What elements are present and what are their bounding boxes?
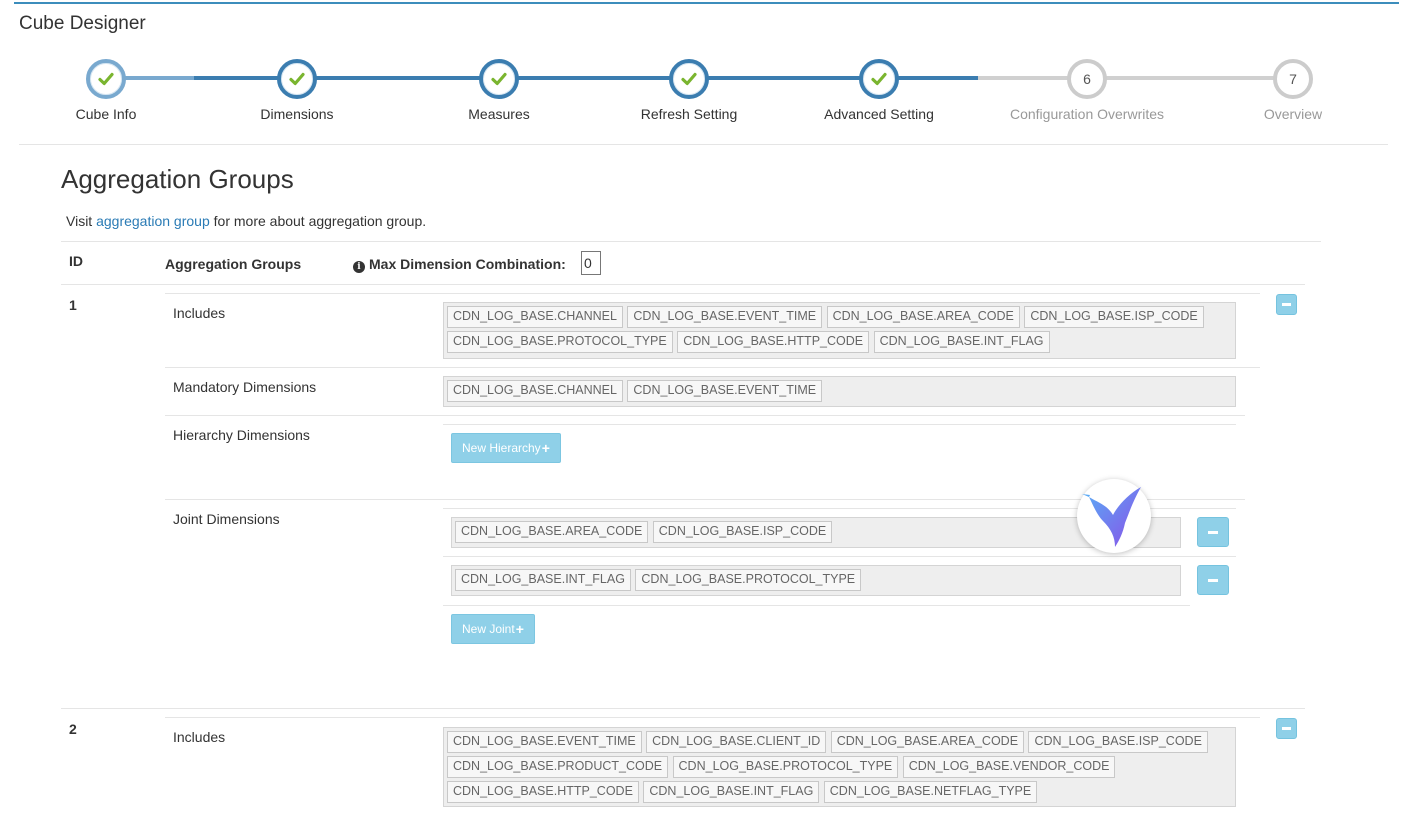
mandatory-select[interactable]: CDN_LOG_BASE.CHANNEL CDN_LOG_BASE.EVENT_… (443, 376, 1236, 407)
step-label[interactable]: Refresh Setting (589, 106, 789, 122)
includes-select[interactable]: CDN_LOG_BASE.EVENT_TIME CDN_LOG_BASE.CLI… (443, 727, 1236, 807)
hummingbird-logo (1077, 479, 1151, 553)
divider (443, 556, 1236, 557)
joint-label: Joint Dimensions (173, 511, 280, 527)
help-text: Visit aggregation group for more about a… (66, 213, 426, 229)
check-icon (491, 72, 507, 86)
dimension-tag[interactable]: CDN_LOG_BASE.EVENT_TIME (627, 306, 823, 328)
step-number: 6 (1083, 71, 1091, 87)
dimension-tag[interactable]: CDN_LOG_BASE.NETFLAG_TYPE (823, 781, 1038, 803)
max-combo-input[interactable]: 0 (581, 251, 601, 275)
divider (165, 415, 1245, 416)
divider (165, 367, 1260, 368)
step-track-todo (978, 76, 1293, 80)
dimension-tag[interactable]: CDN_LOG_BASE.ISP_CODE (652, 521, 833, 543)
divider (61, 284, 1305, 285)
dimension-tag[interactable]: CDN_LOG_BASE.PROTOCOL_TYPE (635, 569, 862, 591)
dimension-tag[interactable]: CDN_LOG_BASE.EVENT_TIME (627, 380, 823, 402)
hierarchy-label: Hierarchy Dimensions (173, 427, 310, 443)
step-refresh-setting[interactable] (669, 59, 709, 99)
step-label[interactable]: Cube Info (6, 106, 206, 122)
divider (165, 717, 1260, 718)
divider (165, 293, 1260, 294)
joint-select[interactable]: CDN_LOG_BASE.INT_FLAG CDN_LOG_BASE.PROTO… (451, 565, 1181, 596)
step-advanced-setting[interactable] (859, 59, 899, 99)
top-border (14, 2, 1399, 4)
dimension-tag[interactable]: CDN_LOG_BASE.PROTOCOL_TYPE (447, 331, 673, 353)
includes-label: Includes (173, 305, 226, 321)
dimension-tag[interactable]: CDN_LOG_BASE.ISP_CODE (1028, 731, 1208, 753)
dimension-tag[interactable]: CDN_LOG_BASE.CHANNEL (447, 306, 623, 328)
dimension-tag[interactable]: CDN_LOG_BASE.CLIENT_ID (646, 731, 827, 753)
section-heading: Aggregation Groups (61, 164, 294, 194)
step-measures[interactable] (479, 59, 519, 99)
dimension-tag[interactable]: CDN_LOG_BASE.AREA_CODE (455, 521, 649, 543)
includes-select[interactable]: CDN_LOG_BASE.CHANNEL CDN_LOG_BASE.EVENT_… (443, 302, 1236, 359)
button-label: New Hierarchy (462, 441, 541, 455)
dimension-tag[interactable]: CDN_LOG_BASE.AREA_CODE (830, 731, 1025, 753)
step-label[interactable]: Advanced Setting (779, 106, 979, 122)
plus-icon: + (515, 621, 524, 637)
dimension-tag[interactable]: CDN_LOG_BASE.VENDOR_CODE (902, 756, 1116, 778)
page-title: Cube Designer (19, 13, 146, 34)
help-suffix: for more about aggregation group. (213, 213, 427, 229)
dimension-tag[interactable]: CDN_LOG_BASE.INT_FLAG (643, 781, 820, 803)
column-header-groups: Aggregation Groups (165, 256, 302, 272)
column-header-id: ID (69, 253, 83, 269)
dimension-tag[interactable]: CDN_LOG_BASE.ISP_CODE (1024, 306, 1204, 328)
step-label[interactable]: Configuration Overwrites (987, 106, 1187, 122)
check-icon (98, 72, 114, 86)
remove-group-button[interactable] (1276, 718, 1297, 739)
step-overview[interactable]: 7 (1273, 59, 1313, 99)
includes-label: Includes (173, 729, 226, 745)
new-joint-button[interactable]: New Joint + (451, 614, 535, 644)
info-icon[interactable]: i (353, 261, 365, 273)
button-label: New Joint (462, 622, 515, 636)
dimension-tag[interactable]: CDN_LOG_BASE.EVENT_TIME (447, 731, 642, 753)
dimension-tag[interactable]: CDN_LOG_BASE.HTTP_CODE (447, 781, 639, 803)
plus-icon: + (541, 440, 550, 456)
aggregation-group-link[interactable]: aggregation group (96, 213, 210, 229)
step-number: 7 (1289, 71, 1297, 87)
group-id: 1 (69, 297, 77, 313)
group-id: 2 (69, 721, 77, 737)
check-icon (289, 72, 305, 86)
dimension-tag[interactable]: CDN_LOG_BASE.HTTP_CODE (677, 331, 870, 353)
help-prefix: Visit (66, 213, 93, 229)
dimension-tag[interactable]: CDN_LOG_BASE.CHANNEL (447, 380, 623, 402)
remove-joint-button[interactable] (1197, 517, 1229, 547)
check-icon (871, 72, 887, 86)
joint-select[interactable]: CDN_LOG_BASE.AREA_CODE CDN_LOG_BASE.ISP_… (451, 517, 1181, 548)
dimension-tag[interactable]: CDN_LOG_BASE.INT_FLAG (873, 331, 1050, 353)
remove-joint-button[interactable] (1197, 565, 1229, 595)
step-dimensions[interactable] (277, 59, 317, 99)
dimension-tag[interactable]: CDN_LOG_BASE.INT_FLAG (455, 569, 631, 591)
max-combo-text: Max Dimension Combination: (369, 256, 566, 272)
step-label[interactable]: Measures (399, 106, 599, 122)
divider (61, 708, 1305, 709)
dimension-tag[interactable]: CDN_LOG_BASE.PRODUCT_CODE (447, 756, 669, 778)
check-icon (681, 72, 697, 86)
mandatory-label: Mandatory Dimensions (173, 379, 317, 395)
step-label[interactable]: Dimensions (197, 106, 397, 122)
dimension-tag[interactable]: CDN_LOG_BASE.PROTOCOL_TYPE (672, 756, 899, 778)
step-configuration-overwrites[interactable]: 6 (1067, 59, 1107, 99)
remove-group-button[interactable] (1276, 294, 1297, 315)
divider (19, 144, 1388, 145)
dimension-tag[interactable]: CDN_LOG_BASE.AREA_CODE (826, 306, 1020, 328)
new-hierarchy-button[interactable]: New Hierarchy + (451, 433, 561, 463)
table-top-border (61, 241, 1321, 242)
divider (443, 424, 1236, 425)
max-combo-label: i Max Dimension Combination: (353, 256, 566, 273)
step-label[interactable]: Overview (1193, 106, 1393, 122)
hummingbird-icon (1082, 487, 1141, 547)
step-cube-info[interactable] (86, 59, 126, 99)
divider (443, 605, 1190, 606)
